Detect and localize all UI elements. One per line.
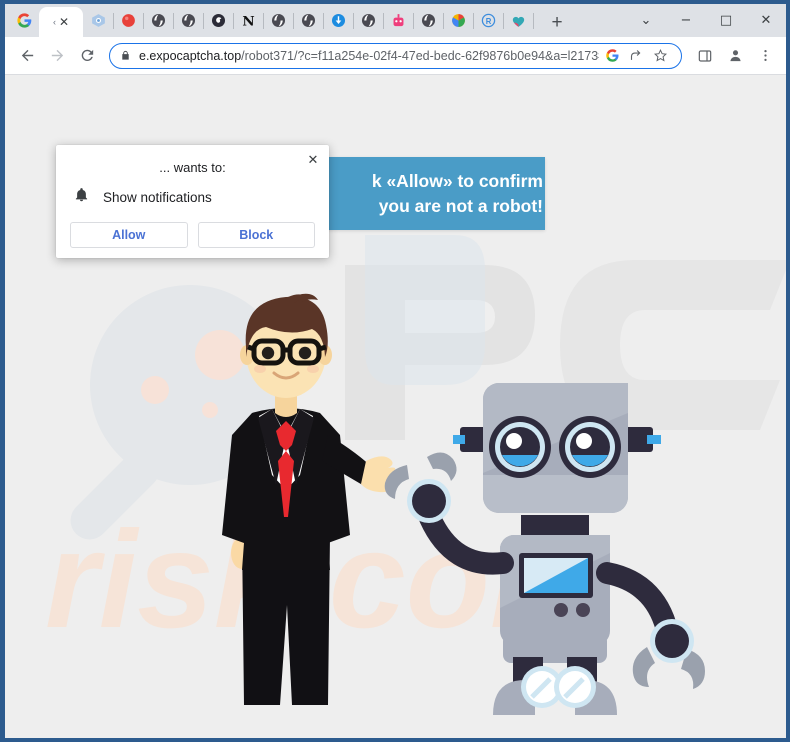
notification-permission-popup: ✕ ... wants to: Show notifications Allow…	[56, 145, 329, 258]
pinned-tab-registered[interactable]: R	[473, 4, 503, 37]
download-icon	[331, 13, 345, 28]
registered-trademark-icon: R	[481, 13, 495, 28]
back-button[interactable]	[13, 42, 41, 70]
forward-button[interactable]	[43, 42, 71, 70]
browser-window: ‹ ✕ N R + ⌄ − □ ✕ e.expocaptcha.top/robo…	[0, 0, 790, 742]
maximize-button[interactable]: □	[706, 4, 746, 37]
side-panel-icon[interactable]	[692, 43, 718, 69]
popup-actions: Allow Block	[56, 208, 329, 248]
pinned-tab-heart[interactable]	[503, 4, 533, 37]
pinned-tab-at-dark[interactable]	[203, 4, 233, 37]
permission-label: Show notifications	[103, 190, 212, 205]
globe-icon	[151, 13, 165, 28]
bookmark-star-icon[interactable]	[649, 45, 671, 67]
pinned-tab-globe-5[interactable]	[353, 4, 383, 37]
red-circle-icon	[121, 14, 135, 27]
bell-icon	[74, 187, 89, 208]
forward-arrow-icon	[51, 49, 63, 62]
home-shield-icon	[91, 14, 105, 27]
svg-text:N: N	[242, 13, 254, 29]
pinned-tab-globe-6[interactable]	[413, 4, 443, 37]
globe-icon	[181, 13, 195, 28]
permission-row: Show notifications	[56, 175, 329, 208]
back-arrow-icon	[21, 49, 33, 62]
tab-strip: ‹ ✕ N R + ⌄ − □ ✕	[5, 4, 786, 37]
colorful-circle-icon	[451, 14, 465, 27]
chrome-menu-icon[interactable]	[752, 43, 778, 69]
share-icon[interactable]	[625, 45, 647, 67]
close-tab-icon[interactable]: ✕	[59, 16, 69, 28]
popup-title: ... wants to:	[159, 160, 226, 175]
banner-line-1: k «Allow» to confirm	[371, 170, 543, 191]
svg-text:R: R	[485, 17, 491, 26]
google-icon	[16, 13, 31, 28]
google-lens-icon[interactable]	[601, 45, 623, 67]
globe-icon	[271, 13, 285, 28]
pinned-tab-globe-3[interactable]	[263, 4, 293, 37]
letter-n-icon: N	[242, 13, 254, 29]
profile-avatar-icon[interactable]	[722, 43, 748, 69]
url-text: e.expocaptcha.top/robot371/?c=f11a254e-0…	[139, 49, 599, 63]
page-content: risk.com k «Allow» to confirm you are no…	[5, 75, 786, 738]
globe-icon	[301, 13, 315, 28]
pinned-tab-letter-n[interactable]: N	[233, 4, 263, 37]
close-icon[interactable]: ✕	[304, 151, 322, 169]
url-host: e.expocaptcha.top	[139, 48, 242, 63]
minimize-button[interactable]: −	[666, 4, 706, 37]
globe-icon	[421, 13, 435, 28]
heart-icon	[512, 16, 524, 27]
pinned-tab-download-blue[interactable]	[323, 4, 353, 37]
allow-button[interactable]: Allow	[70, 222, 188, 248]
pinned-tab-globe-1[interactable]	[143, 4, 173, 37]
pinned-tab-chrome-colors[interactable]	[443, 4, 473, 37]
browser-toolbar: e.expocaptcha.top/robot371/?c=f11a254e-0…	[5, 37, 786, 75]
pinned-tab-home-blue[interactable]	[83, 4, 113, 37]
new-tab-button[interactable]: +	[543, 9, 571, 37]
active-tab-favicon: ‹	[52, 16, 56, 27]
window-controls: ⌄ − □ ✕	[626, 4, 786, 37]
active-tab[interactable]: ‹ ✕	[39, 7, 83, 37]
pinned-tab-red-circle[interactable]	[113, 4, 143, 37]
globe-icon	[361, 13, 375, 28]
pinned-tab-globe-4[interactable]	[293, 4, 323, 37]
url-path: /robot371/?c=f11a254e-02f4-47ed-bedc-62f…	[241, 48, 599, 63]
block-button[interactable]: Block	[197, 222, 315, 248]
tab-search-icon[interactable]: ⌄	[626, 4, 666, 37]
banner-line-2: you are not a robot!	[378, 195, 543, 216]
robot-illustration	[384, 383, 705, 715]
pinned-tab-robot-pink[interactable]	[383, 4, 413, 37]
pinned-tab-google[interactable]	[9, 4, 39, 37]
reload-button[interactable]	[73, 42, 101, 70]
lock-icon	[120, 49, 131, 62]
at-sign-icon	[211, 13, 225, 28]
reload-icon	[81, 49, 93, 62]
pinned-tab-globe-2[interactable]	[173, 4, 203, 37]
close-window-button[interactable]: ✕	[746, 4, 786, 37]
businessman-illustration	[222, 293, 395, 705]
allow-banner: k «Allow» to confirm you are not a robot…	[328, 157, 545, 230]
address-bar[interactable]: e.expocaptcha.top/robot371/?c=f11a254e-0…	[109, 42, 682, 69]
robot-icon	[393, 14, 403, 27]
